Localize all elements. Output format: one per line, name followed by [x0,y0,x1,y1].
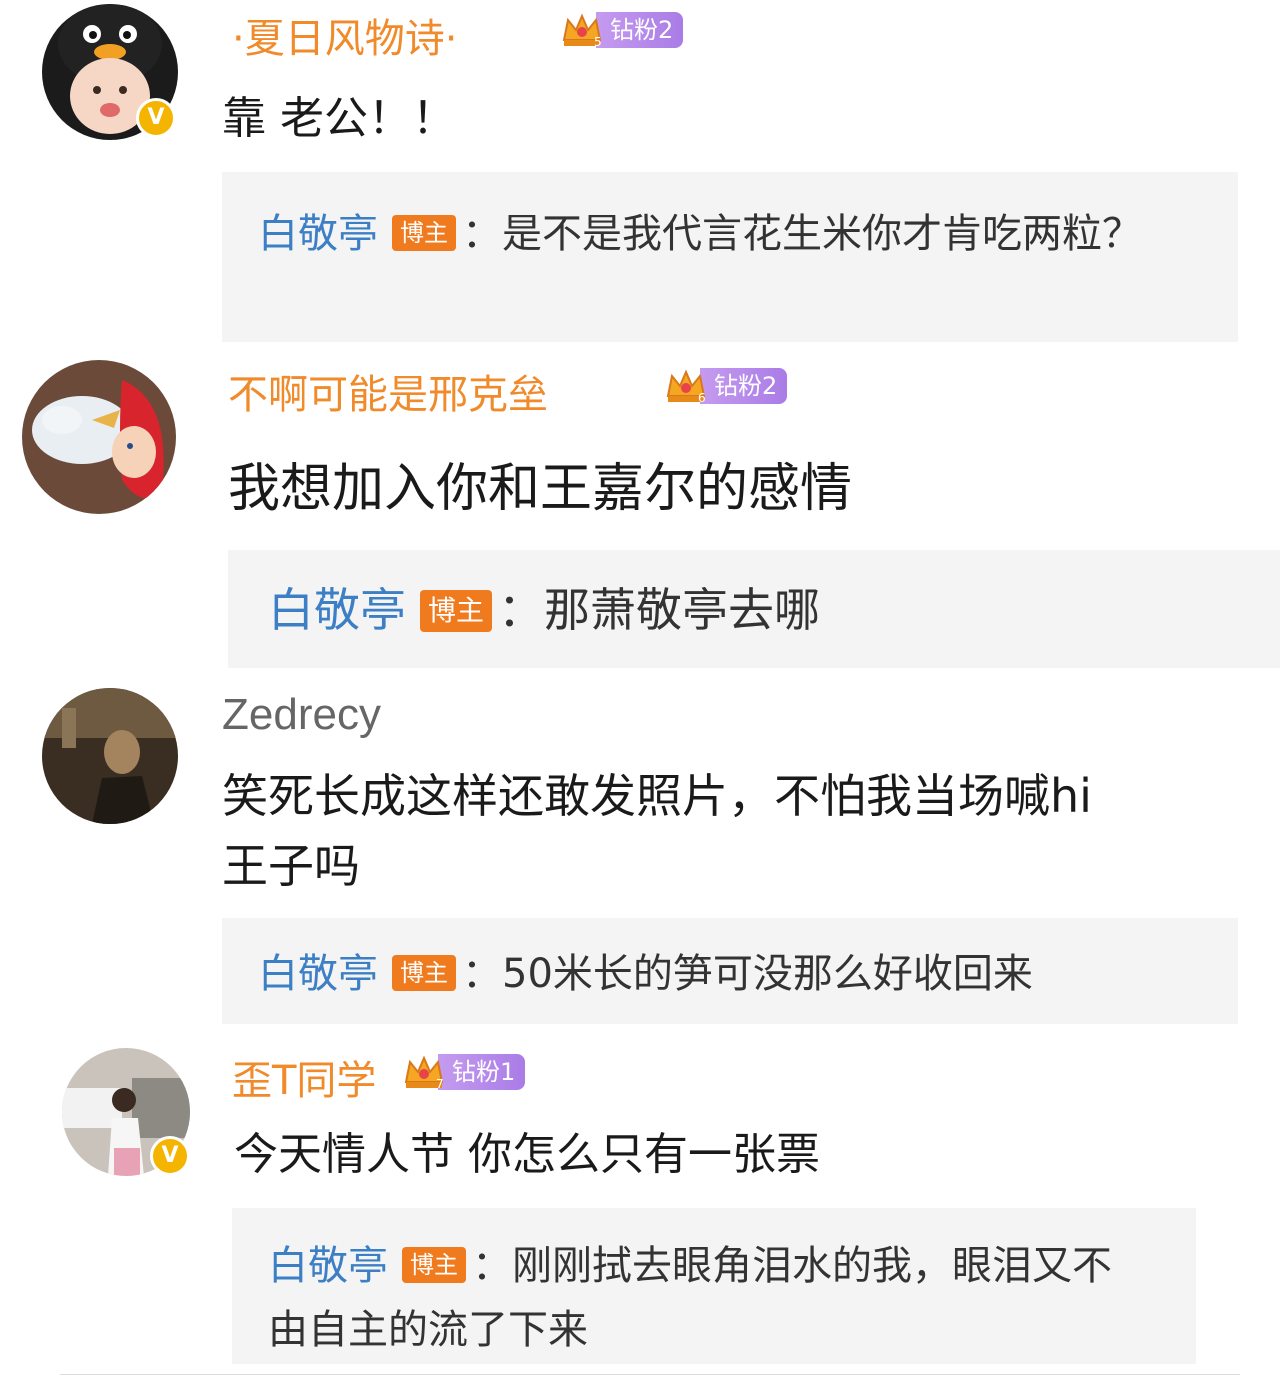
svg-text:7: 7 [436,1077,444,1091]
crown-icon: 7 [402,1052,446,1092]
avatar-cartoon-icon [22,360,176,514]
avatar[interactable] [42,688,178,824]
host-tag: 博主 [392,955,456,991]
avatar[interactable]: V [42,4,178,140]
host-tag: 博主 [392,215,456,251]
comment-text: 笑死长成这样还敢发照片，不怕我当场喊hi [222,769,1092,823]
avatar[interactable] [22,360,176,514]
reply-text: 白敬亭 博主 ：是不是我代言花生米你才肯吃两粒？ [258,211,1142,257]
verified-badge-icon: V [136,98,176,138]
username[interactable]: ·夏日风物诗· [232,6,457,64]
crown-icon: 5 [560,10,604,50]
reply-box[interactable]: 白敬亭 博主 ：50米长的笋可没那么好收回来 [222,918,1238,1024]
avatar[interactable]: V [62,1048,190,1176]
fan-badge: 5 钻粉2 [560,10,684,50]
reply-text: 白敬亭 博主 ：那萧敬亭去哪 [268,583,821,637]
avatar-photo-icon [42,688,178,824]
reply-box[interactable]: 白敬亭 博主 ：那萧敬亭去哪 [228,550,1280,668]
reply-box[interactable]: 白敬亭 博主 ：是不是我代言花生米你才肯吃两粒？ [222,172,1238,342]
fan-badge: 6 钻粉2 [664,366,788,406]
fan-badge: 7 钻粉1 [402,1052,526,1092]
username[interactable]: Zedrecy [222,690,381,740]
svg-text:6: 6 [698,391,706,405]
comment-text: 今天情人节 你怎么只有一张票 [234,1129,820,1180]
comment-text: 我想加入你和王嘉尔的感情 [228,459,853,519]
crown-icon: 6 [664,366,708,406]
svg-text:5: 5 [594,35,602,49]
verified-badge-icon: V [150,1136,190,1176]
reply-text: 白敬亭 博主 ：50米长的笋可没那么好收回来 [258,951,1033,997]
divider [60,1374,1240,1375]
reply-author[interactable]: 白敬亭 [258,951,378,997]
host-tag: 博主 [420,590,493,632]
host-tag: 博主 [402,1247,466,1283]
reply-author[interactable]: 白敬亭 [258,211,378,257]
comment-text: 靠 老公！！ [222,93,456,144]
reply-box[interactable]: 白敬亭 博主 ：刚刚拭去眼角泪水的我，眼泪又不由自主的流了下来 [232,1208,1196,1364]
reply-author[interactable]: 白敬亭 [268,583,406,637]
reply-author[interactable]: 白敬亭 [268,1243,388,1289]
username[interactable]: 不啊可能是邢克垒 [228,362,548,420]
comment-text: 王子吗 [222,839,360,893]
reply-text: 白敬亭 博主 ：刚刚拭去眼角泪水的我，眼泪又不由自主的流了下来 [268,1243,1112,1353]
username[interactable]: 歪T同学 [232,1048,376,1106]
